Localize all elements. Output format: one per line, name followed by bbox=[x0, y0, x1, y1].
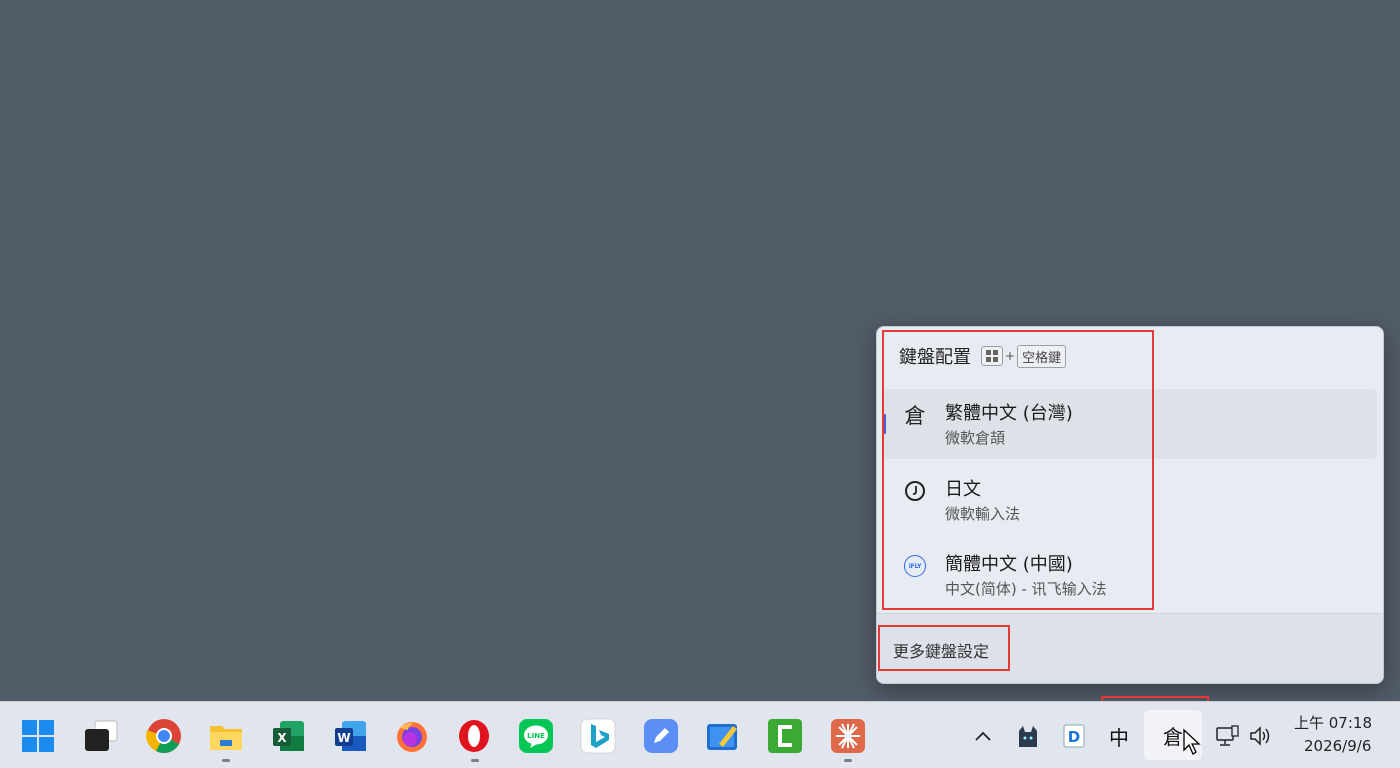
word-icon[interactable]: W bbox=[332, 718, 368, 754]
cangjie-glyph-icon: 倉 bbox=[904, 404, 926, 428]
sunburst-app-icon[interactable] bbox=[830, 718, 866, 754]
show-hidden-icons-button[interactable] bbox=[970, 718, 996, 754]
running-indicator bbox=[844, 759, 852, 762]
camtasia-icon[interactable] bbox=[767, 718, 803, 754]
space-key-label: 空格鍵 bbox=[1017, 344, 1067, 368]
more-keyboard-settings-link[interactable]: 更多鍵盤設定 bbox=[893, 638, 989, 662]
chrome-icon[interactable] bbox=[146, 718, 182, 754]
svg-text:X: X bbox=[277, 731, 287, 745]
japanese-ime-clock-icon bbox=[901, 477, 929, 505]
ime-option-traditional-chinese[interactable]: 倉 繁體中文 (台灣) 微軟倉頡 bbox=[883, 389, 1377, 459]
firefox-icon[interactable] bbox=[394, 718, 430, 754]
opera-icon[interactable] bbox=[456, 718, 492, 754]
line-icon[interactable]: LINE bbox=[518, 718, 554, 754]
ime-option-name: 繁體中文 (台灣) bbox=[945, 403, 1073, 424]
task-view-icon[interactable] bbox=[83, 718, 119, 754]
flyout-footer: 更多鍵盤設定 bbox=[877, 614, 1383, 683]
taskbar: X W LINE D 中 倉 bbox=[0, 701, 1400, 768]
ime-option-subtitle: 微軟輸入法 bbox=[945, 505, 1021, 523]
cat-app-tray-icon[interactable] bbox=[1014, 718, 1042, 754]
windows-key-icon bbox=[981, 346, 1003, 366]
running-indicator bbox=[471, 759, 479, 762]
network-monitor-icon[interactable] bbox=[1212, 718, 1242, 754]
svg-text:LINE: LINE bbox=[527, 732, 545, 740]
ifly-logo-icon: iFLY bbox=[901, 552, 929, 580]
mouse-cursor-icon bbox=[1183, 728, 1201, 755]
file-explorer-icon[interactable] bbox=[208, 718, 244, 754]
excel-icon[interactable]: X bbox=[270, 718, 306, 754]
clock-date[interactable]: 2026/9/6 bbox=[1304, 737, 1371, 755]
ime-option-name: 日文 bbox=[945, 479, 981, 500]
svg-text:D: D bbox=[1068, 728, 1080, 746]
dictionary-app-tray-icon[interactable]: D bbox=[1060, 718, 1088, 754]
start-icon[interactable] bbox=[20, 718, 56, 754]
shortcut-plus: + bbox=[1005, 349, 1016, 363]
whiteboard-icon[interactable] bbox=[705, 718, 741, 754]
ime-option-subtitle: 微軟倉頡 bbox=[945, 429, 1006, 447]
ime-mode-indicator[interactable]: 中 bbox=[1104, 718, 1134, 754]
selection-indicator bbox=[883, 414, 886, 434]
pen-notes-icon[interactable] bbox=[643, 718, 679, 754]
clock-time[interactable]: 上午 07:18 bbox=[1294, 712, 1372, 733]
running-indicator bbox=[222, 759, 230, 762]
speaker-icon[interactable] bbox=[1246, 718, 1276, 754]
ime-option-subtitle: 中文(简体) - 讯飞输入法 bbox=[945, 580, 1107, 598]
svg-text:W: W bbox=[337, 731, 350, 745]
ime-option-simplified-chinese[interactable]: iFLY 簡體中文 (中國) 中文(简体) - 讯飞输入法 bbox=[883, 540, 1377, 610]
flyout-header: 鍵盤配置 + 空格鍵 bbox=[899, 343, 1067, 369]
ime-option-name: 簡體中文 (中國) bbox=[945, 554, 1073, 575]
keyboard-layout-flyout: 鍵盤配置 + 空格鍵 倉 繁體中文 (台灣) 微軟倉頡 日文 微軟輸入法 iFL… bbox=[876, 326, 1384, 684]
ime-option-japanese[interactable]: 日文 微軟輸入法 bbox=[883, 465, 1377, 535]
flyout-title: 鍵盤配置 bbox=[899, 347, 971, 368]
bing-icon[interactable] bbox=[580, 718, 616, 754]
